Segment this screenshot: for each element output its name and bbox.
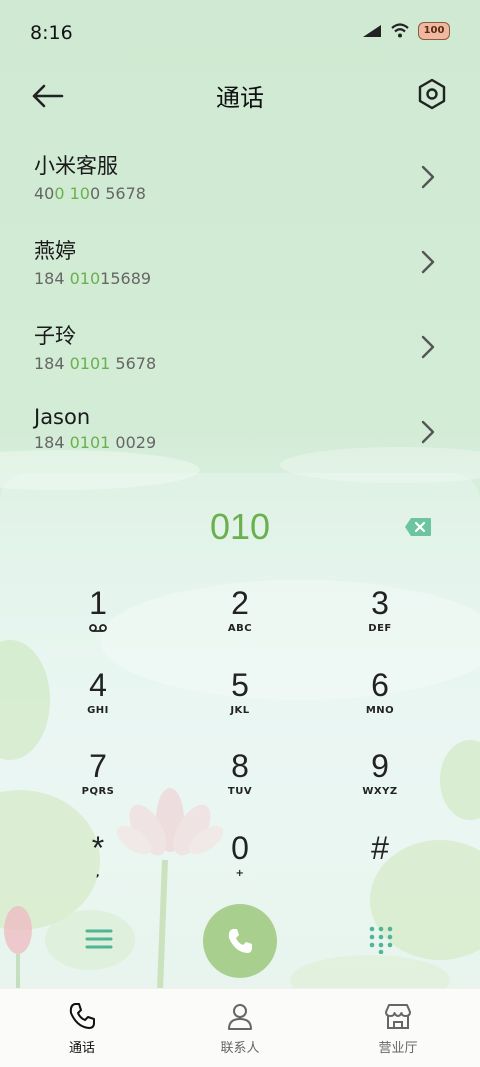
contact-number: 400 100 5678 <box>34 184 146 203</box>
dial-key-8[interactable]: 8 TUV <box>180 748 300 818</box>
phone-icon <box>69 1003 95 1029</box>
tab-service-hall[interactable]: 营业厅 <box>348 1001 448 1056</box>
call-button[interactable] <box>203 904 277 978</box>
chevron-right-icon[interactable] <box>416 247 440 277</box>
dial-key-hash[interactable]: # <box>320 830 440 900</box>
tab-label: 通话 <box>68 1041 95 1056</box>
contact-name: 燕婷 <box>34 239 76 263</box>
dial-key-2[interactable]: 2 ABC <box>180 585 300 655</box>
contact-row[interactable]: 小米客服 400 100 5678 <box>0 140 480 225</box>
dial-key-7[interactable]: 7 PQRS <box>38 748 158 818</box>
chevron-right-icon[interactable] <box>416 162 440 192</box>
tab-contacts[interactable]: 联系人 <box>190 1001 290 1056</box>
backspace-icon[interactable] <box>404 517 432 537</box>
dial-key-6[interactable]: 6 MNO <box>320 667 440 737</box>
contact-match-list: 小米客服 400 100 5678 燕婷 184 01015689 子玲 184… <box>0 140 480 480</box>
status-icons: 100 <box>362 22 450 40</box>
dial-key-3[interactable]: 3 DEF <box>320 585 440 655</box>
chevron-right-icon[interactable] <box>416 332 440 362</box>
person-icon <box>228 1004 252 1030</box>
battery-indicator: 100 <box>418 22 450 40</box>
store-icon <box>385 1004 411 1029</box>
header: 通话 <box>0 70 480 120</box>
status-bar: 8:16 100 <box>0 0 480 66</box>
chevron-right-icon[interactable] <box>416 417 440 447</box>
contact-row[interactable]: 燕婷 184 01015689 <box>0 225 480 310</box>
contact-name: 子玲 <box>34 324 76 348</box>
contact-row[interactable]: Jason 184 0101 0029 <box>0 395 480 480</box>
bottom-tab-bar: 通话 联系人 营业厅 <box>0 988 480 1067</box>
matched-digits: 0 10 <box>54 184 90 203</box>
dial-key-star[interactable]: * , <box>38 830 158 900</box>
contact-number: 184 0101 0029 <box>34 433 157 452</box>
tab-label: 营业厅 <box>378 1041 418 1056</box>
contact-row[interactable]: 子玲 184 0101 5678 <box>0 310 480 395</box>
matched-digits: 0101 <box>69 433 111 452</box>
dial-key-0[interactable]: 0 + <box>180 830 300 900</box>
tab-calls[interactable]: 通话 <box>32 1001 132 1056</box>
menu-lines-icon[interactable] <box>84 924 114 954</box>
dialpad-grid-icon[interactable] <box>366 924 396 954</box>
cellular-signal-icon <box>363 25 381 37</box>
settings-hexagon-icon[interactable] <box>414 76 450 112</box>
dialpad-action-row <box>0 900 480 980</box>
tab-label: 联系人 <box>220 1041 260 1056</box>
matched-digits: 010 <box>69 269 101 288</box>
dial-key-1[interactable]: 1 <box>38 585 158 655</box>
dial-key-9[interactable]: 9 WXYZ <box>320 748 440 818</box>
contact-name: 小米客服 <box>34 154 118 178</box>
page-title: 通话 <box>216 84 264 112</box>
wifi-icon <box>391 23 409 38</box>
phone-handset-icon <box>228 929 252 953</box>
dial-key-4[interactable]: 4 GHI <box>38 667 158 737</box>
contact-number: 184 01015689 <box>34 269 152 288</box>
contact-number: 184 0101 5678 <box>34 354 157 373</box>
voicemail-icon <box>89 624 107 632</box>
dial-key-5[interactable]: 5 JKL <box>180 667 300 737</box>
status-time: 8:16 <box>30 22 73 44</box>
matched-digits: 0101 <box>69 354 111 373</box>
contact-name: Jason <box>34 405 91 429</box>
